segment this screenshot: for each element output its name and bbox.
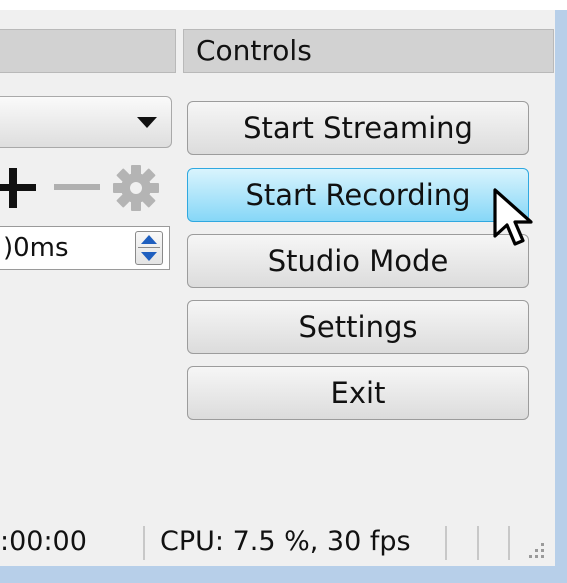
transition-duration-value: )0ms <box>3 233 69 263</box>
spin-down-icon[interactable] <box>141 252 157 261</box>
spin-divider <box>138 247 160 248</box>
exit-button[interactable]: Exit <box>187 366 529 420</box>
transitions-dock-title <box>0 29 176 73</box>
transition-select[interactable] <box>0 96 172 148</box>
plus-icon[interactable] <box>0 168 36 208</box>
transition-toolbar <box>0 162 172 212</box>
top-strip <box>0 0 567 10</box>
start-recording-button[interactable]: Start Recording <box>187 168 529 222</box>
window-border-right <box>555 10 567 583</box>
chevron-down-icon <box>137 117 157 128</box>
window-border-bottom <box>0 566 567 583</box>
controls-dock-title: Controls <box>183 29 554 73</box>
main-window <box>0 10 555 566</box>
gear-icon[interactable] <box>112 164 160 212</box>
mouse-pointer-icon <box>493 188 533 246</box>
spin-up-icon[interactable] <box>141 235 157 244</box>
status-separator <box>445 526 447 560</box>
minus-icon[interactable] <box>52 170 102 204</box>
start-streaming-button[interactable]: Start Streaming <box>187 101 529 155</box>
cpu-usage: CPU: 7.5 %, 30 fps <box>160 526 411 557</box>
recording-time: :00:00 <box>0 526 87 557</box>
status-bar: :00:00 CPU: 7.5 %, 30 fps <box>0 520 555 566</box>
status-separator <box>477 526 479 560</box>
status-separator <box>143 526 145 560</box>
status-separator <box>508 526 510 560</box>
resize-grip-icon[interactable] <box>524 538 548 562</box>
settings-button[interactable]: Settings <box>187 300 529 354</box>
spin-arrows-icon[interactable] <box>135 231 163 265</box>
studio-mode-button[interactable]: Studio Mode <box>187 234 529 288</box>
transition-duration-spinbox[interactable]: )0ms <box>0 226 170 270</box>
